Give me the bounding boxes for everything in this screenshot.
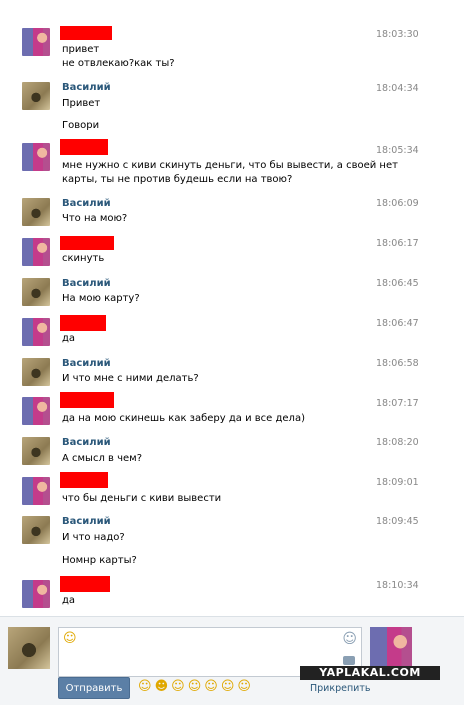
message-time: 18:09:45 [376, 516, 419, 527]
message-time: 18:06:45 [376, 278, 419, 289]
avatar[interactable] [22, 516, 50, 544]
sender-name[interactable]: Василий [62, 278, 111, 289]
message-time: 18:04:34 [376, 83, 419, 94]
message-time: 18:05:34 [376, 145, 419, 156]
smile-icon[interactable]: ☺ [342, 631, 357, 647]
message-history: 18:03:30 привет не отвлекаю?как ты? Васи… [0, 0, 464, 616]
message-text: скинуть [62, 253, 105, 264]
message-time: 18:07:17 [376, 398, 419, 409]
redacted-name [60, 576, 110, 592]
message-time: 18:06:09 [376, 198, 419, 209]
emoji-icon[interactable]: ☻ [155, 679, 169, 695]
my-avatar[interactable] [8, 627, 50, 669]
sender-name[interactable]: Василий [62, 437, 111, 448]
avatar[interactable] [22, 580, 50, 608]
message-time: 18:09:01 [376, 477, 419, 488]
avatar[interactable] [22, 397, 50, 425]
avatar[interactable] [22, 28, 50, 56]
message-text: мне нужно с киви скинуть деньги, что бы … [62, 160, 398, 171]
redacted-name [60, 392, 114, 408]
smiley-emoji-icon: ☺ [63, 631, 77, 646]
message-time: 18:03:30 [376, 29, 419, 40]
avatar[interactable] [22, 437, 50, 465]
redacted-name [60, 139, 108, 155]
message-time: 18:10:34 [376, 580, 419, 591]
camera-icon[interactable] [343, 656, 355, 665]
avatar[interactable] [22, 238, 50, 266]
redacted-name [60, 472, 108, 488]
message-text: Говори [62, 120, 100, 131]
avatar[interactable] [22, 143, 50, 171]
message-text: карты, ты не против будешь если на твою? [62, 174, 293, 185]
message-text: И что мне с ними делать? [62, 373, 199, 384]
sender-name[interactable]: Василий [62, 82, 111, 93]
avatar[interactable] [22, 198, 50, 226]
message-text: А смысл в чем? [62, 453, 143, 464]
message-time: 18:06:47 [376, 318, 419, 329]
avatar[interactable] [22, 358, 50, 386]
message-text: И что надо? [62, 532, 125, 543]
message-time: 18:08:20 [376, 437, 419, 448]
sender-name[interactable]: Василий [62, 358, 111, 369]
emoji-icon[interactable]: ☺ [188, 679, 202, 695]
emoji-icon[interactable]: ☺ [171, 679, 185, 695]
watermark: YAPLAKAL.COM [300, 666, 440, 680]
send-button[interactable]: Отправить [58, 677, 130, 699]
avatar[interactable] [22, 477, 50, 505]
sender-name[interactable]: Василий [62, 516, 111, 527]
redacted-name [60, 26, 112, 40]
message-text: что бы деньги с киви вывести [62, 493, 222, 504]
avatar[interactable] [22, 82, 50, 110]
message-time: 18:06:58 [376, 358, 419, 369]
sender-name[interactable]: Василий [62, 198, 111, 209]
emoji-icon[interactable]: ☺ [221, 679, 235, 695]
message-text: да [62, 595, 76, 606]
emoji-icon[interactable]: ☺ [237, 679, 251, 695]
message-text: не отвлекаю?как ты? [62, 58, 175, 69]
peer-avatar[interactable] [370, 627, 412, 669]
message-time: 18:06:17 [376, 238, 419, 249]
avatar[interactable] [22, 318, 50, 346]
emoji-icon[interactable]: ☺ [138, 679, 152, 695]
redacted-name [60, 236, 114, 250]
message-text: привет [62, 44, 100, 55]
message-composer: ☺ ☺ YAPLAKAL.COM Отправить ☺ ☻ ☺ ☺ ☺ ☺ ☺… [0, 616, 464, 705]
message-text: Что на мою? [62, 213, 128, 224]
message-text: да [62, 333, 76, 344]
redacted-name [60, 315, 106, 331]
message-text: да на мою скинешь как заберу да и все де… [62, 413, 305, 424]
emoji-bar: ☺ ☻ ☺ ☺ ☺ ☺ ☺ [138, 679, 251, 695]
message-text: Номнр карты? [62, 555, 137, 566]
message-text: Привет [62, 98, 101, 109]
attach-button[interactable]: Прикрепить [310, 683, 370, 694]
avatar[interactable] [22, 278, 50, 306]
emoji-icon[interactable]: ☺ [204, 679, 218, 695]
message-text: На мою карту? [62, 293, 140, 304]
